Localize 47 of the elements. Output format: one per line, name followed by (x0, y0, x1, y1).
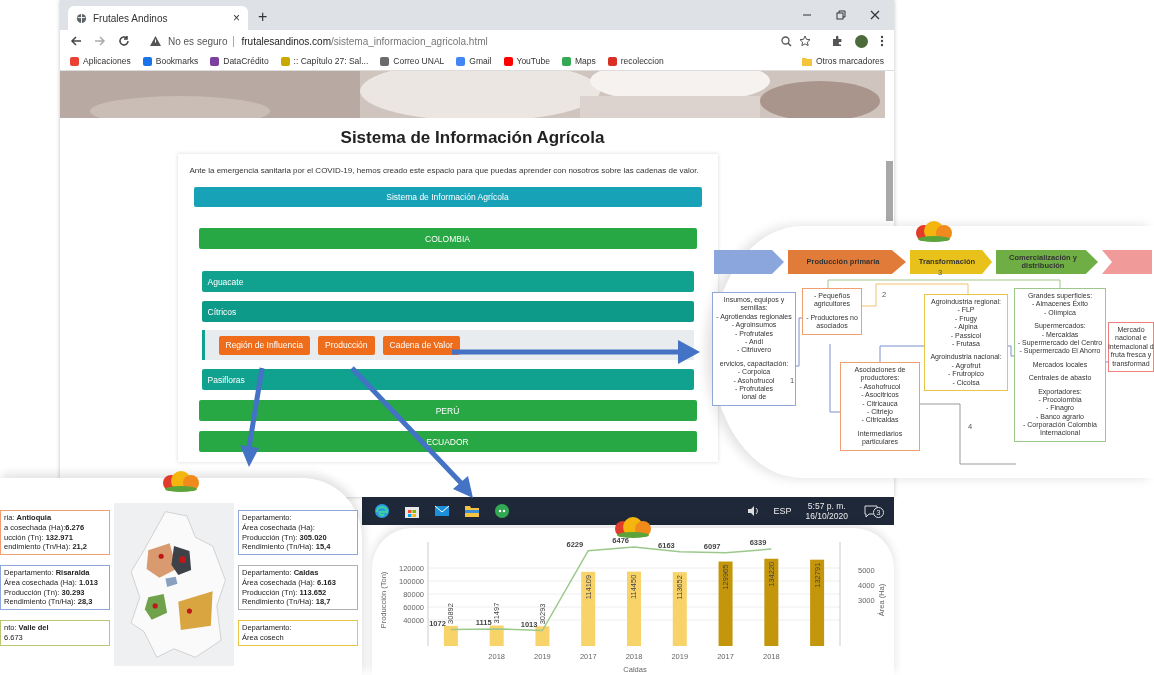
date-text: 16/10/2020 (805, 511, 848, 522)
chart-bar (443, 625, 458, 646)
clock[interactable]: 5:57 p. m. 16/10/2020 (805, 500, 848, 522)
star-icon[interactable] (799, 35, 811, 47)
page-title: Sistema de Información Agrícola (340, 128, 605, 148)
browser-icon[interactable] (374, 503, 390, 519)
browser-tab[interactable]: Frutales Andinos × (68, 6, 248, 30)
new-tab-button[interactable]: + (258, 8, 268, 26)
chart-bar (489, 625, 504, 646)
stage-arrow (1102, 250, 1152, 274)
zoom-icon[interactable] (781, 35, 792, 47)
bookmark-item[interactable]: :: Capítulo 27: Sal... (280, 56, 369, 66)
bookmark-folder[interactable]: Otros marcadores (801, 56, 884, 66)
bookmark-item[interactable]: Gmail (456, 56, 492, 66)
bookmark-item[interactable]: Correo UNAL (380, 56, 445, 66)
back-icon[interactable] (70, 35, 82, 47)
time-text: 5:57 p. m. (807, 500, 846, 511)
scrollbar-thumb[interactable] (886, 161, 893, 221)
restore-icon[interactable] (836, 10, 846, 20)
bookmark-item[interactable]: recoleccion (607, 56, 664, 66)
folder-icon (801, 56, 812, 66)
fruit-button[interactable]: Cítricos (201, 301, 694, 322)
section-banner: Sistema de Información Agrícola (193, 187, 702, 207)
intro-text: Ante la emergencia sanitaria por el COVID-19, hemos creado este espacio para que puedas aprender con nosotros sobre las cadenas de valor. (189, 166, 700, 175)
warning-icon[interactable] (150, 36, 161, 46)
close-tab-button[interactable]: × (233, 11, 240, 25)
globe-icon (76, 12, 87, 24)
bookmark-item[interactable]: Maps (561, 56, 596, 66)
security-label[interactable]: No es seguro (168, 35, 235, 47)
chart-bar (535, 626, 550, 646)
mail-icon[interactable] (434, 503, 450, 519)
folder-icon[interactable] (464, 503, 480, 519)
bookmark-item[interactable]: Aplicaciones (70, 56, 131, 66)
puzzle-icon[interactable] (831, 35, 843, 47)
tab-title: Frutales Andinos (93, 12, 169, 24)
bookmark-item[interactable]: DataCrédito (210, 56, 269, 66)
address-field[interactable]: frutalesandinos.com/sistema_informacion_agricola.html (241, 35, 488, 47)
bookmark-item[interactable]: YouTube (503, 56, 550, 66)
chat-icon[interactable] (494, 503, 510, 519)
language-indicator[interactable]: ESP (773, 506, 792, 516)
bookmark-item[interactable]: Bookmarks (142, 56, 199, 66)
volume-icon[interactable] (747, 505, 760, 517)
profile-avatar[interactable] (855, 34, 868, 48)
reload-icon[interactable] (118, 35, 130, 47)
menu-icon[interactable] (880, 35, 884, 47)
close-icon[interactable] (870, 10, 880, 20)
stage-arrow (714, 250, 784, 274)
